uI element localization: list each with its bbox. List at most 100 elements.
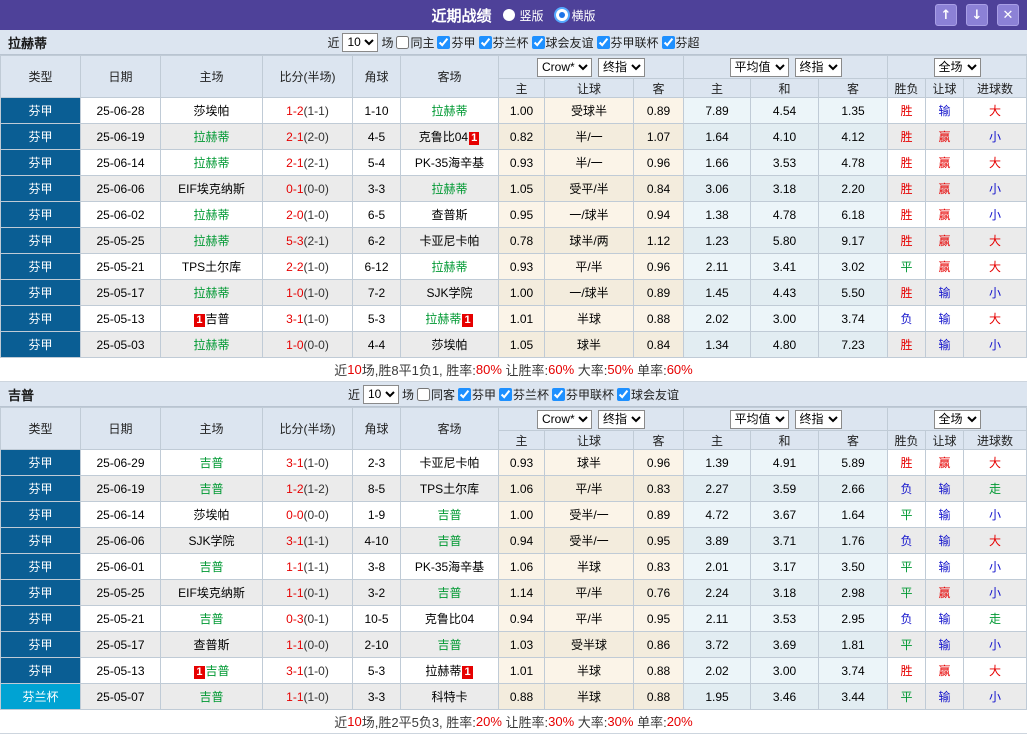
result-cell: 胜 [887, 449, 927, 476]
league-filter[interactable]: 芬兰杯 [478, 34, 529, 51]
result-cell: 赢 [925, 657, 965, 684]
away-team-cell: 拉赫蒂 [400, 175, 499, 202]
down-arrow-icon: ↓ [971, 7, 983, 23]
handicap-odds-cell: 0.93 [498, 253, 545, 280]
corner-cell: 1-10 [352, 97, 401, 124]
league-filter[interactable]: 球会友谊 [617, 386, 679, 403]
odds-source-select[interactable]: Crow* [537, 57, 592, 77]
radio-icon [503, 9, 516, 21]
team-text: 查普斯 [193, 638, 230, 652]
column-header: 比分(半场) [262, 407, 353, 450]
near-label: 近 [327, 35, 340, 50]
league-filter[interactable]: 芬甲 [437, 34, 476, 51]
average-odds-cell: 1.66 [683, 149, 752, 176]
score-cell: 2-0(1-0) [262, 201, 353, 228]
corner-cell: 3-2 [352, 579, 401, 606]
average-odds-cell: 3.46 [750, 683, 820, 710]
handicap-odds-cell: 0.88 [632, 657, 685, 684]
same-venue-filter-checkbox[interactable] [396, 35, 410, 49]
team-text: 拉赫蒂 [193, 156, 230, 170]
average-odds-cell: 3.00 [750, 657, 820, 684]
league-filter-checkbox[interactable] [552, 387, 566, 401]
league-filter-checkbox[interactable] [531, 35, 545, 49]
league-filter[interactable]: 芬甲联杯 [552, 386, 614, 403]
date-cell: 25-05-13 [80, 657, 161, 684]
team-text: 莎埃帕 [193, 104, 230, 118]
team-text: 吉普 [437, 508, 462, 522]
euro-time-select[interactable]: 终指 [794, 57, 842, 77]
move-up-button[interactable]: ↑ [935, 4, 957, 26]
handicap-odds-cell: 0.83 [632, 475, 685, 502]
match-row: 芬甲 25-05-03 拉赫蒂 1-0(0-0) 4-4 莎埃帕 1.05 球半 0.84 1.3… [0, 331, 1027, 358]
handicap-odds-cell: 半球 [544, 657, 634, 684]
euro-time-select[interactable]: 终指 [794, 409, 842, 429]
team-section: 吉普近 10 场同客 芬甲 芬兰杯 芬甲联杯 球会友谊 类型 日期 主场 比分(半场) 角球 客场 Cro… [0, 382, 1027, 734]
column-subheader: 和 [750, 430, 820, 450]
league-filter[interactable]: 芬超 [661, 34, 700, 51]
average-odds-select[interactable]: 平均值 [729, 57, 789, 77]
column-subheader: 让球 [544, 78, 634, 98]
away-team-cell: PK-35海辛基 [400, 553, 499, 580]
team-text: 拉赫蒂 [431, 104, 468, 118]
league-type-cell: 芬兰杯 [0, 683, 81, 710]
score-cell: 2-2(1-0) [262, 253, 353, 280]
result-cell: 小 [963, 683, 1027, 710]
league-filter-checkbox[interactable] [457, 387, 471, 401]
league-filter[interactable]: 芬兰杯 [499, 386, 549, 403]
match-count-select[interactable]: 10 [362, 384, 399, 404]
result-cell: 输 [925, 605, 965, 632]
date-cell: 25-05-25 [80, 227, 161, 254]
average-odds-select[interactable]: 平均值 [729, 409, 789, 429]
move-down-button[interactable]: ↓ [966, 4, 988, 26]
handicap-odds-cell: 0.84 [632, 175, 685, 202]
average-odds-cell: 4.80 [750, 331, 820, 358]
result-cell: 胜 [887, 227, 927, 254]
league-filter[interactable]: 球会友谊 [531, 34, 594, 51]
average-odds-cell: 4.72 [683, 501, 752, 528]
match-scope-select[interactable]: 全场 [933, 57, 981, 77]
column-header: 类型 [0, 407, 81, 450]
corner-cell: 1-9 [352, 501, 401, 528]
away-team-cell: 科特卡 [400, 683, 499, 710]
league-filter-checkbox[interactable] [661, 35, 675, 49]
same-venue-filter[interactable]: 同主 [396, 34, 434, 51]
radio-vertical-layout[interactable]: 竖版 [503, 7, 544, 24]
match-row: 芬甲 25-06-14 莎埃帕 0-0(0-0) 1-9 吉普 1.00 受半/一 0.89 4.… [0, 501, 1027, 528]
odds-time-select[interactable]: 终指 [598, 57, 645, 77]
radio-horizontal-layout[interactable]: 横版 [555, 7, 596, 24]
average-odds-cell: 5.50 [818, 279, 889, 306]
close-icon: ✕ [1002, 7, 1014, 23]
odds-source-select[interactable]: Crow* [537, 409, 592, 429]
match-scope-select[interactable]: 全场 [933, 409, 981, 429]
corner-cell: 7-2 [352, 279, 401, 306]
same-venue-filter[interactable]: 同客 [416, 386, 455, 403]
same-venue-filter-checkbox[interactable] [416, 387, 430, 401]
away-team-cell: 拉赫蒂 1 [400, 657, 499, 684]
league-filter-checkbox[interactable] [596, 35, 610, 49]
home-team-cell: 拉赫蒂 [160, 123, 263, 150]
handicap-odds-cell: 1.03 [498, 631, 545, 658]
league-filter-checkbox[interactable] [478, 35, 492, 49]
league-type-cell: 芬甲 [0, 657, 81, 684]
league-filter-checkbox[interactable] [437, 35, 451, 49]
league-filter-checkbox[interactable] [499, 387, 512, 401]
handicap-odds-cell: 一/球半 [544, 279, 634, 306]
league-filter-checkbox[interactable] [617, 387, 631, 401]
home-team-cell: 吉普 [160, 683, 263, 710]
radio-label: 竖版 [519, 8, 544, 23]
league-filter[interactable]: 芬甲联杯 [596, 34, 659, 51]
away-team-cell: 卡亚尼卡帕 [400, 227, 499, 254]
close-button[interactable]: ✕ [997, 4, 1019, 26]
handicap-odds-cell: 1.12 [632, 227, 685, 254]
odds-time-select[interactable]: 终指 [598, 409, 645, 429]
column-subheader: 胜负 [887, 78, 927, 98]
team-text: EIF埃克纳斯 [178, 182, 245, 196]
result-cell: 负 [887, 305, 927, 332]
average-odds-cell: 1.38 [683, 201, 752, 228]
score-cell: 0-3(0-1) [262, 605, 353, 632]
summary-row: 近 10 场,胜8平1负1, 胜率: 80% 让胜率: 60% 大率: 50% 单率: 60… [0, 358, 1027, 382]
team-text: 拉赫蒂 [425, 312, 462, 326]
match-count-select[interactable]: 10 [342, 32, 379, 52]
handicap-odds-cell: 受半球 [544, 631, 634, 658]
league-filter[interactable]: 芬甲 [457, 386, 496, 403]
